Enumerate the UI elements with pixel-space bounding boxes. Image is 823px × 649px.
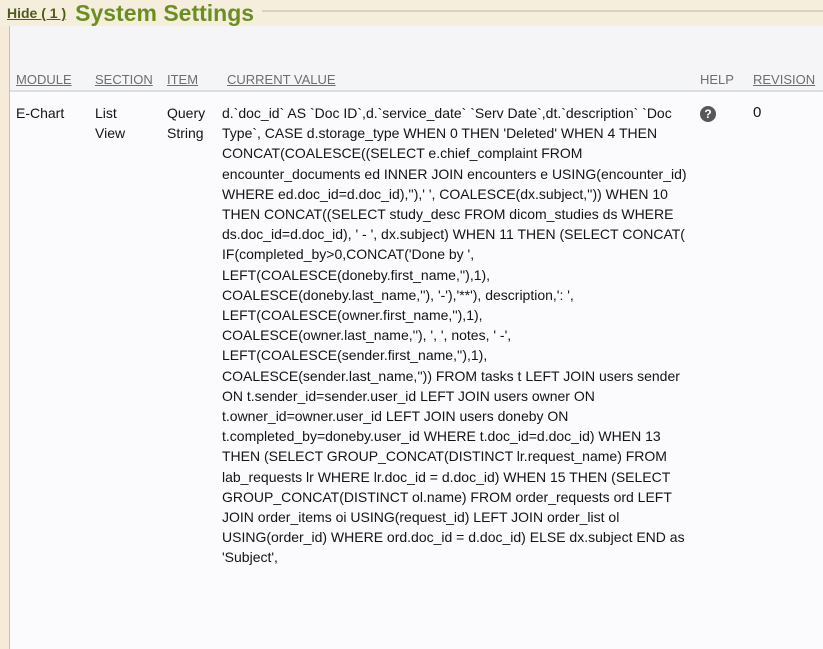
- settings-panel: MODULE SECTION ITEM CURRENT VALUE HELP R…: [10, 26, 823, 649]
- revision-cell: 0: [753, 103, 823, 568]
- help-question-icon[interactable]: ?: [700, 106, 716, 122]
- page-title: System Settings: [75, 0, 254, 26]
- module-cell: E-Chart: [16, 103, 95, 568]
- column-header-revision[interactable]: REVISION: [753, 72, 823, 87]
- section-cell: List View: [95, 103, 167, 568]
- section-value: List View: [95, 103, 135, 143]
- help-cell: ?: [700, 103, 753, 568]
- column-header-help: HELP: [700, 72, 753, 87]
- current-value-cell: d.`doc_id` AS `Doc ID`,d.`service_date` …: [222, 103, 700, 568]
- table-row: E-Chart List View Query String d.`doc_id…: [10, 92, 823, 568]
- settings-table-header: MODULE SECTION ITEM CURRENT VALUE HELP R…: [10, 26, 823, 92]
- column-header-current-value[interactable]: CURRENT VALUE: [222, 72, 700, 87]
- column-header-section[interactable]: SECTION: [95, 72, 167, 87]
- title-rule: [262, 10, 823, 12]
- column-header-item[interactable]: ITEM: [167, 72, 222, 87]
- item-cell: Query String: [167, 103, 222, 568]
- page-header-band: Hide ( 1 ) System Settings: [0, 0, 823, 26]
- left-margin-strip: [0, 26, 10, 649]
- column-header-module[interactable]: MODULE: [16, 72, 95, 87]
- hide-link[interactable]: Hide ( 1 ): [7, 5, 66, 21]
